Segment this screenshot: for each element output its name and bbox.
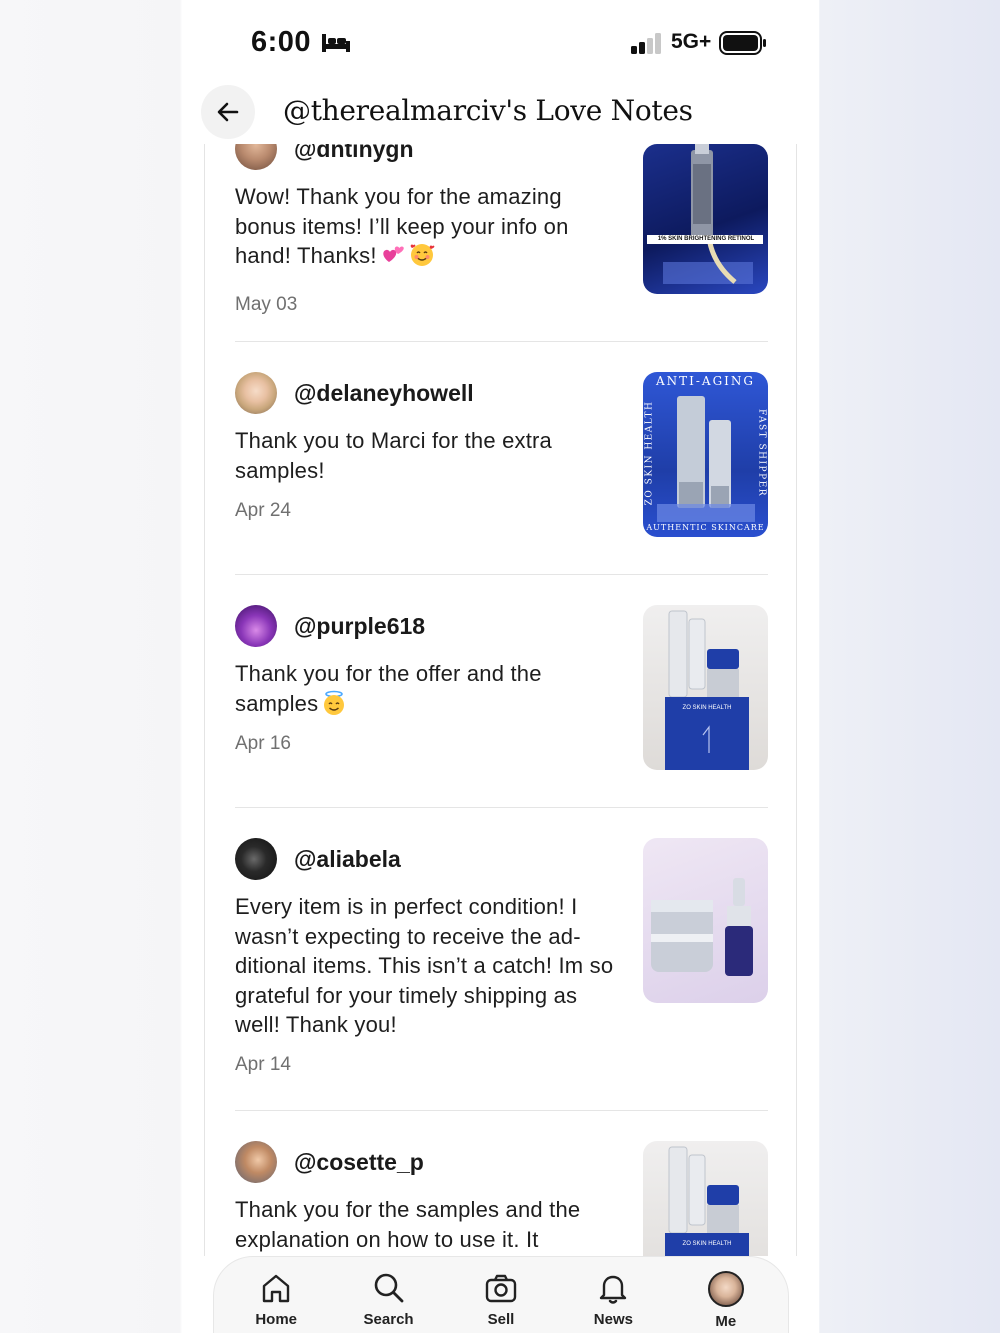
username-link[interactable]: @delaneyhowell <box>294 380 474 407</box>
love-note-item[interactable]: @cosette_p Thank you for the samples and… <box>235 1111 768 1256</box>
tab-news[interactable]: News <box>563 1257 663 1333</box>
home-icon <box>262 1274 290 1303</box>
product-label: 1% SKIN BRIGHTENING RETINOL <box>657 236 755 242</box>
search-icon <box>374 1273 403 1303</box>
love-note-item[interactable]: @aliabela Every item is in perfect condi… <box>235 808 768 1111</box>
user-avatar[interactable] <box>235 838 277 880</box>
tab-sell[interactable]: Sell <box>451 1257 551 1333</box>
love-note-item[interactable]: @purple618 Thank you for the offer and t… <box>235 575 768 808</box>
user-avatar[interactable] <box>235 605 277 647</box>
product-banner-left: ZO SKIN HEALTH <box>644 400 655 506</box>
back-button[interactable] <box>201 85 255 139</box>
tab-label: Sell <box>487 1311 515 1328</box>
product-photo[interactable]: 1% SKIN BRIGHTENING RETINOL <box>643 144 768 294</box>
product-photo[interactable]: ANTI-AGING ZO SKIN HEALTH FAST SHIPPER A… <box>643 372 768 537</box>
battery-icon <box>719 31 766 55</box>
tab-label: Me <box>715 1313 737 1330</box>
bottom-tab-bar: Home Search Sell News Me <box>213 1256 789 1333</box>
profile-avatar <box>707 1271 744 1307</box>
cellular-signal-icon <box>631 33 661 54</box>
note-date: May 03 <box>235 294 298 315</box>
bell-icon <box>600 1275 627 1304</box>
smiling-face-with-halo-emoji-icon <box>324 690 345 715</box>
tab-me[interactable]: Me <box>676 1257 776 1333</box>
product-jar-dropper-graphic <box>651 878 753 976</box>
note-message-text: Thank you for the offer and the samples <box>235 661 542 716</box>
product-tubes-graphic <box>657 396 755 522</box>
two-hearts-emoji-icon <box>382 246 404 262</box>
product-set-graphic <box>665 1146 749 1256</box>
user-avatar[interactable] <box>235 372 277 414</box>
product-banner-bottom: AUTHENTIC SKINCARE <box>646 523 765 532</box>
love-note-item[interactable]: @dntinygn Wow! Thank you for the amazing… <box>235 144 768 342</box>
product-banner-top: ANTI-AGING <box>655 374 756 388</box>
tab-search[interactable]: Search <box>339 1257 439 1333</box>
product-set-graphic <box>665 610 749 770</box>
user-avatar[interactable] <box>235 144 277 170</box>
note-message: Wow! Thank you for the amazing bonus ite… <box>235 182 620 271</box>
note-date: Apr 16 <box>235 733 291 754</box>
note-message: Thank you for the samples and the explan… <box>235 1197 581 1252</box>
note-date: Apr 24 <box>235 500 291 521</box>
arrow-left-icon <box>217 102 239 122</box>
username-link[interactable]: @purple618 <box>294 613 425 640</box>
username-link[interactable]: @aliabela <box>294 846 401 873</box>
product-photo[interactable]: ZO SKIN HEALTH <box>643 1141 768 1256</box>
tab-label: Search <box>363 1311 414 1328</box>
note-date: Apr 14 <box>235 1054 291 1075</box>
tab-home[interactable]: Home <box>226 1257 326 1333</box>
note-message: Every item is in perfect condition! I wa… <box>235 894 614 1037</box>
note-message: Thank you for the offer and the samples <box>235 659 620 718</box>
page-header: @therealmarciv's Love Notes <box>183 82 819 144</box>
note-message: Thank you to Marci for the extra samples… <box>235 428 552 483</box>
love-note-item[interactable]: @delaneyhowell Thank you to Marci for th… <box>235 342 768 575</box>
status-time: 6:00 <box>251 26 312 58</box>
product-box-label: ZO SKIN HEALTH <box>682 1241 732 1247</box>
tab-label: Home <box>255 1311 298 1328</box>
username-link[interactable]: @dntinygn <box>294 144 414 163</box>
smiling-face-with-hearts-emoji-icon <box>410 244 435 266</box>
product-photo[interactable]: ZO SKIN HEALTH <box>643 605 768 770</box>
phone-screen: 6:00 5G+ @therealmarciv's Love Notes @dn… <box>183 0 819 1333</box>
product-banner-right: FAST SHIPPER <box>756 408 767 498</box>
camera-icon <box>485 1274 517 1303</box>
bed-icon <box>322 34 350 52</box>
status-bar: 6:00 5G+ <box>183 0 819 80</box>
network-type: 5G+ <box>671 30 712 53</box>
product-box-label: ZO SKIN HEALTH <box>682 705 732 711</box>
username-link[interactable]: @cosette_p <box>294 1149 424 1176</box>
product-bottle-graphic <box>647 144 763 284</box>
page-title: @therealmarciv's Love Notes <box>283 94 693 127</box>
love-notes-list[interactable]: @dntinygn Wow! Thank you for the amazing… <box>204 144 797 1256</box>
product-photo[interactable] <box>643 838 768 1003</box>
tab-label: News <box>593 1311 633 1328</box>
user-avatar[interactable] <box>235 1141 277 1183</box>
